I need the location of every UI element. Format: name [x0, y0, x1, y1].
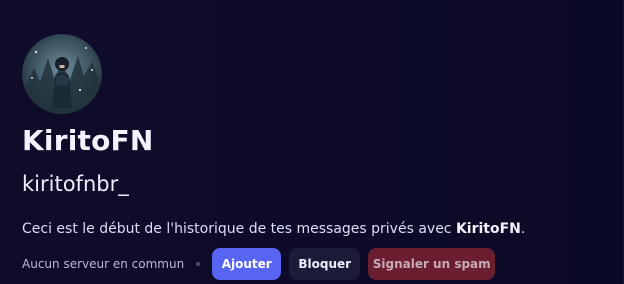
- user-avatar-icon: [22, 34, 102, 114]
- intro-suffix: .: [520, 221, 526, 237]
- separator-dot: [196, 262, 201, 266]
- avatar[interactable]: [22, 34, 102, 114]
- block-button[interactable]: Bloquer: [289, 248, 361, 280]
- username: kiritofnbr_: [22, 172, 129, 196]
- add-friend-button[interactable]: Ajouter: [212, 248, 282, 280]
- intro-username: KiritoFN: [455, 221, 521, 237]
- dm-header: KiritoFN kiritofnbr_ Ceci est le début d…: [0, 0, 624, 284]
- report-spam-button[interactable]: Signaler un spam: [368, 248, 496, 280]
- display-name: KiritoFN: [22, 124, 154, 157]
- mutual-servers-text: Aucun serveur en commun: [22, 257, 185, 271]
- intro-prefix: Ceci est le début de l'historique de tes…: [22, 221, 456, 237]
- action-row: Aucun serveur en commun Ajouter Bloquer …: [22, 248, 496, 280]
- dm-intro-text: Ceci est le début de l'historique de tes…: [22, 219, 525, 239]
